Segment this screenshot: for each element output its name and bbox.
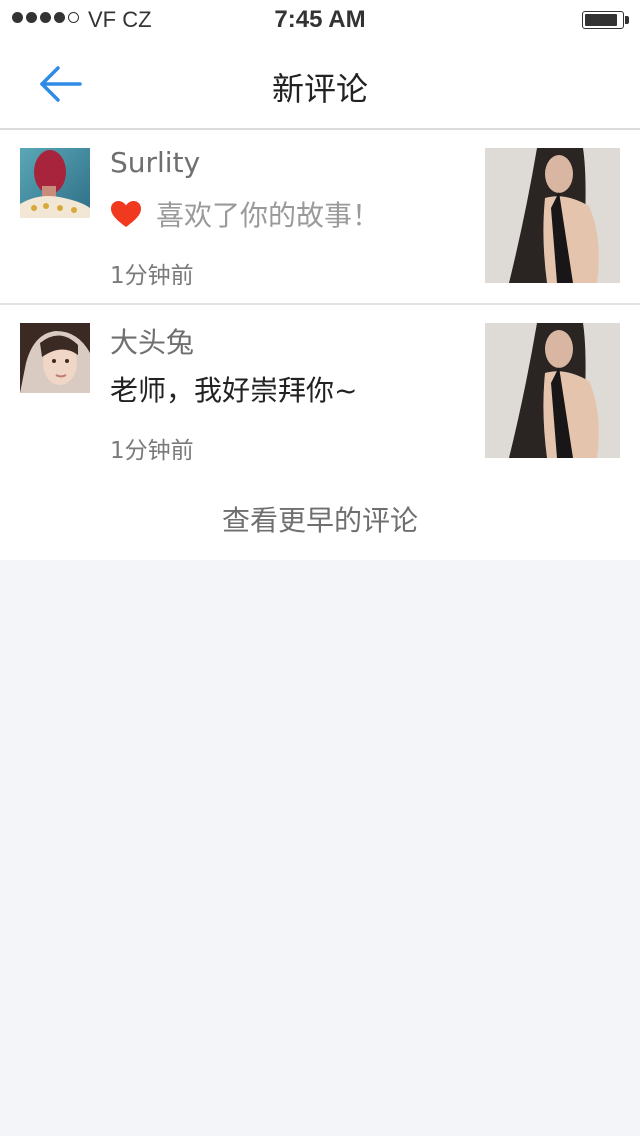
status-time: 7:45 AM: [274, 6, 366, 33]
comment-line: 老师，我好崇拜你~: [110, 369, 357, 409]
load-earlier-label: 查看更早的评论: [221, 504, 418, 537]
avatar-image: [20, 323, 90, 393]
notification-list: Surlity 喜欢了你的故事！ 1分钟前 大头兔 老师，我好崇拜你~ 1分钟前: [0, 130, 640, 480]
comment-text: 老师，我好崇拜你~: [110, 374, 358, 407]
battery-cap: [625, 16, 629, 24]
battery-icon: [582, 11, 624, 29]
timestamp: 1分钟前: [110, 438, 194, 464]
status-bar: VF CZ 7:45 AM: [0, 0, 640, 40]
load-earlier-comments-button[interactable]: 查看更早的评论: [0, 478, 640, 560]
avatar[interactable]: [20, 148, 90, 218]
avatar[interactable]: [20, 323, 90, 393]
list-item[interactable]: Surlity 喜欢了你的故事！ 1分钟前: [0, 130, 640, 305]
avatar-image: [20, 148, 90, 218]
nav-bar: 新评论: [0, 40, 640, 130]
thumbnail-image: [485, 323, 620, 458]
page-title: 新评论: [271, 70, 368, 108]
username[interactable]: Surlity: [110, 146, 200, 179]
timestamp: 1分钟前: [110, 263, 194, 289]
heart-icon: [111, 201, 141, 227]
story-thumbnail[interactable]: [485, 323, 620, 458]
comment-line: 喜欢了你的故事！: [110, 194, 380, 234]
list-item[interactable]: 大头兔 老师，我好崇拜你~ 1分钟前: [0, 305, 640, 480]
comment-text: 喜欢了你的故事！: [156, 199, 381, 232]
story-thumbnail[interactable]: [485, 148, 620, 283]
username[interactable]: 大头兔: [110, 321, 194, 361]
thumbnail-image: [485, 148, 620, 283]
